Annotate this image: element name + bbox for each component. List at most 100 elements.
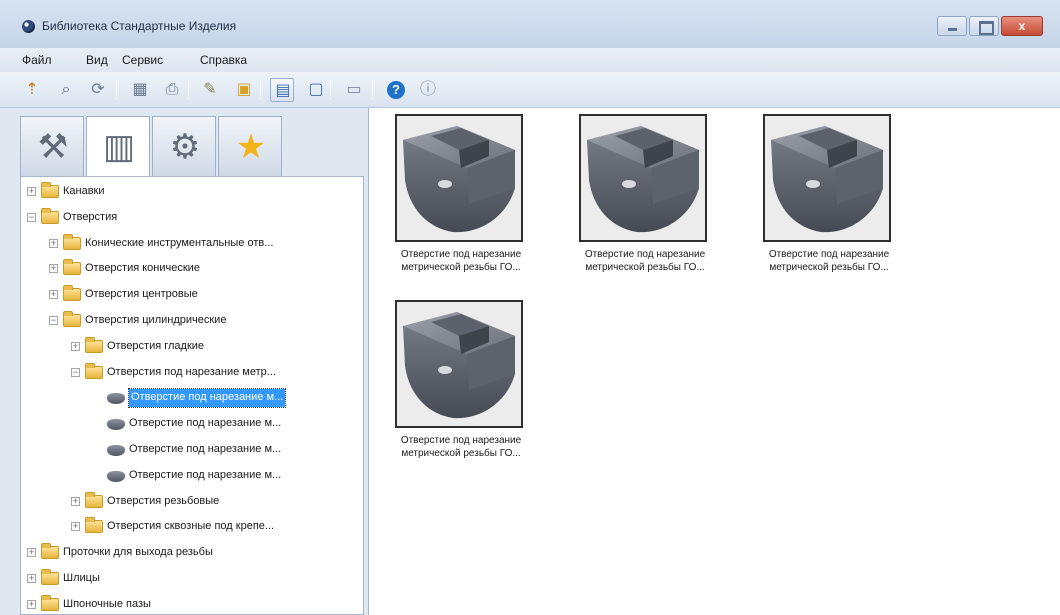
tree-node[interactable]: + Отверстия центровые (21, 284, 363, 306)
window-title: Библиотека Стандартные Изделия (42, 19, 237, 33)
fastener-icon: ⚙ (169, 128, 201, 166)
about-button[interactable]: ⓘ (416, 78, 440, 102)
properties-button[interactable]: ▭ (342, 78, 366, 102)
minimize-button[interactable] (937, 16, 967, 36)
library-tree[interactable]: + Канавки − Отверстия + Конические инструмент… (20, 176, 364, 615)
item-thumbnail[interactable]: Отверстие под нарезание метрической резь… (737, 108, 919, 278)
edit-button[interactable]: ✎ (198, 78, 222, 102)
part-icon (107, 419, 125, 431)
expand-icon[interactable]: + (71, 341, 80, 351)
part-preview-image (395, 114, 523, 242)
tree-node[interactable]: − Отверстия (21, 207, 363, 229)
tree-node[interactable]: + Шпоночные пазы (21, 594, 363, 614)
tree-node-label: Конические инструментальные отв... (85, 236, 274, 249)
title-bar[interactable]: Библиотека Стандартные Изделия x (0, 0, 1060, 48)
menu-bar: Файл Вид Сервис Справка (0, 48, 1060, 72)
part-icon (107, 393, 125, 405)
tab-favorites-star[interactable]: ★ (218, 116, 282, 176)
expand-icon[interactable]: + (27, 599, 36, 609)
app-icon (22, 20, 35, 33)
library-icon: ▥ (102, 128, 136, 166)
tree-node-label: Отверстия цилиндрические (85, 314, 227, 326)
folder-icon (85, 517, 103, 534)
tab-fastener[interactable]: ⚙ (152, 116, 216, 176)
refresh-button[interactable]: ⟳ (86, 78, 110, 102)
tree-node[interactable]: Отверстие под нарезание м... (21, 465, 363, 487)
help-icon: ? (387, 81, 405, 99)
expand-icon[interactable]: + (27, 574, 36, 583)
expand-icon[interactable]: + (27, 548, 36, 558)
tool-icon: ⚒ (37, 128, 69, 166)
item-caption: Отверстие под нарезание метрической резь… (400, 435, 522, 459)
tree-node[interactable]: + Конические инструментальные отв... (21, 233, 363, 255)
close-button[interactable]: x (1001, 16, 1043, 36)
tab-library[interactable]: ▥ (86, 116, 150, 178)
expand-icon[interactable]: + (71, 496, 80, 506)
menu-help[interactable]: Справка (200, 53, 247, 67)
table-button[interactable]: ▦ (128, 78, 152, 102)
tree-node-label: Отверстие под нарезание м... (127, 388, 287, 409)
item-thumbnail[interactable]: Отверстие под нарезание метрической резь… (369, 294, 551, 464)
tree-node-label: Шпоночные пазы (63, 597, 151, 610)
tree-node-label: Отверстие под нарезание м... (129, 417, 282, 430)
item-caption: Отверстие под нарезание метрической резь… (768, 249, 890, 273)
tree-node-label: Канавки (63, 185, 105, 197)
tree-node[interactable]: − Отверстия под нарезание метр... (21, 362, 363, 384)
tree-node[interactable]: + Отверстия конические (21, 258, 363, 280)
tree-node[interactable]: + Отверстия резьбовые (21, 491, 363, 513)
open-button[interactable]: ▣ (232, 78, 256, 102)
item-thumbnail[interactable]: Отверстие под нарезание метрической резь… (369, 108, 551, 278)
maximize-button[interactable] (969, 16, 999, 36)
menu-service[interactable]: Сервис (122, 53, 163, 67)
tree-node[interactable]: + Отверстия гладкие (21, 336, 363, 358)
part-preview-image (395, 300, 523, 428)
folder-icon (41, 543, 59, 560)
menu-file[interactable]: Файл (22, 53, 52, 67)
about-icon: ⓘ (419, 81, 436, 98)
view-list-button[interactable]: ▤ (270, 78, 294, 102)
expand-icon[interactable]: + (27, 187, 36, 196)
menu-view[interactable]: Вид (86, 53, 108, 67)
tree-node[interactable]: − Отверстия цилиндрические (21, 310, 363, 332)
tree-node-label: Отверстия центровые (85, 288, 198, 301)
folder-icon (85, 336, 103, 353)
expand-icon[interactable]: + (71, 522, 80, 532)
tree-node[interactable]: + Шлицы (21, 568, 363, 590)
toolbar-separator (116, 80, 117, 100)
tree-node-label: Отверстия гладкие (107, 339, 205, 352)
tree-node[interactable]: Отверстие под нарезание м... (21, 387, 363, 409)
view-tiles-button[interactable]: ▢ (304, 78, 328, 102)
tab-tool[interactable]: ⚒ (20, 116, 84, 176)
print-button[interactable]: ⎙ (160, 78, 184, 102)
tree-node[interactable]: + Проточки для выхода резьбы (21, 542, 363, 564)
item-thumbnail[interactable]: Отверстие под нарезание метрической резь… (553, 108, 735, 278)
toolbar-separator (260, 80, 261, 100)
tree-node-label: Отверстия резьбовые (107, 494, 220, 507)
folder-icon (41, 182, 59, 198)
tree-node[interactable]: Отверстие под нарезание м... (21, 413, 363, 435)
tree-node[interactable]: + Отверстия сквозные под крепе... (21, 516, 363, 538)
help-button[interactable]: ? (384, 78, 408, 102)
tree-node-label: Отверстия сквозные под крепе... (107, 520, 275, 533)
tree-node-label: Отверстия конические (85, 262, 200, 275)
item-caption: Отверстие под нарезание метрической резь… (584, 249, 706, 273)
refresh-icon: ⟳ (91, 81, 105, 98)
collapse-icon[interactable]: − (27, 212, 36, 222)
items-view[interactable]: Отверстие под нарезание метрической резь… (368, 108, 1060, 615)
collapse-icon[interactable]: − (71, 367, 80, 377)
tree-node[interactable]: Отверстие под нарезание м... (21, 439, 363, 461)
open-icon: ▣ (236, 81, 252, 98)
find-button[interactable]: ⌕ (54, 78, 78, 102)
insert-part-button[interactable]: ⇡ (20, 78, 44, 102)
properties-icon: ▭ (346, 81, 362, 98)
expand-icon[interactable]: + (49, 238, 58, 248)
part-preview-image (763, 114, 891, 242)
left-pane: ⚒ ▥ ⚙ ★ + Канавки − Отверстия + Конические инстр… (20, 108, 364, 615)
toolbar-separator (188, 80, 189, 100)
collapse-icon[interactable]: − (49, 316, 58, 325)
expand-icon[interactable]: + (49, 264, 58, 274)
item-caption: Отверстие под нарезание метрической резь… (400, 249, 522, 273)
expand-icon[interactable]: + (49, 290, 58, 300)
insert-part-icon: ⇡ (25, 81, 39, 98)
tree-node[interactable]: + Канавки (21, 181, 363, 203)
